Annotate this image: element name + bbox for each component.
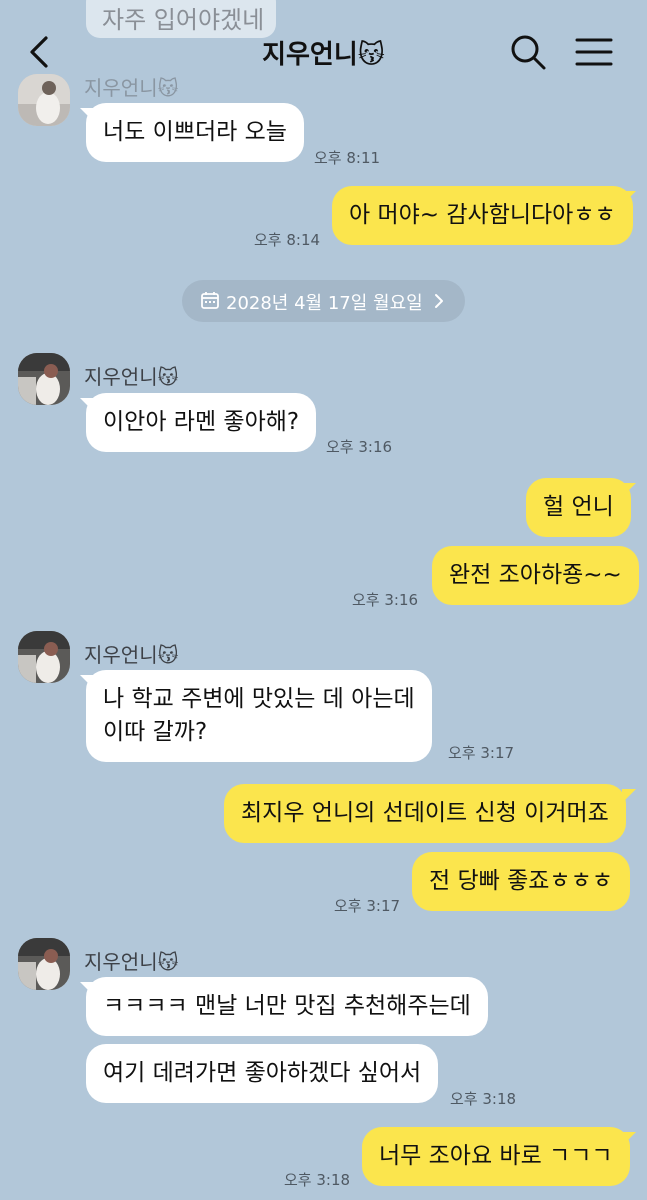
calendar-icon xyxy=(201,292,219,309)
bubble-tail xyxy=(80,982,94,996)
sender-name: 지우언니😽 xyxy=(84,365,179,389)
message-bubble[interactable]: 아 머야~ 감사함니다아ㅎㅎ xyxy=(332,186,633,245)
message-time: 오후 3:16 xyxy=(326,438,393,456)
message-text: 이안아 라멘 좋아해? xyxy=(103,409,300,435)
message-bubble[interactable]: 이안아 라멘 좋아해? xyxy=(86,393,317,452)
message-time: 오후 3:18 xyxy=(450,1090,517,1108)
contact-avatar[interactable] xyxy=(18,74,70,126)
bubble-tail xyxy=(622,191,636,205)
hamburger-menu-icon xyxy=(575,38,613,66)
message-bubble[interactable]: 헐 언니 xyxy=(526,478,631,537)
menu-button[interactable] xyxy=(574,36,614,68)
profile-photo xyxy=(18,353,70,405)
sender-name: 지우언니😽 xyxy=(84,76,179,100)
message-bubble[interactable]: 전 당빠 좋죠ㅎㅎㅎ xyxy=(412,852,630,911)
search-button[interactable] xyxy=(508,32,548,72)
message-text-line: 나 학교 주변에 맛있는 데 아는데 xyxy=(103,686,415,712)
profile-photo xyxy=(18,938,70,990)
message-time: 오후 8:11 xyxy=(314,149,381,167)
message-text: 완전 조아하죵~~ xyxy=(449,562,622,588)
sender-name: 지우언니😽 xyxy=(84,643,179,667)
previous-message-bubble: 자주 입어야겠네 xyxy=(86,0,276,38)
message-text: 헐 언니 xyxy=(543,494,614,520)
message-bubble[interactable]: 너도 이쁘더라 오늘 xyxy=(86,103,304,162)
message-text: 아 머야~ 감사함니다아ㅎㅎ xyxy=(349,202,616,228)
bubble-tail xyxy=(622,789,636,803)
message-time: 오후 3:17 xyxy=(334,897,401,915)
profile-photo xyxy=(18,631,70,683)
date-divider[interactable]: 2028년 4월 17일 월요일 xyxy=(182,280,465,322)
message-time: 오후 3:16 xyxy=(352,591,419,609)
sender-name: 지우언니😽 xyxy=(84,950,179,974)
search-icon xyxy=(511,35,546,70)
contact-avatar[interactable] xyxy=(18,631,70,683)
date-divider-text: 2028년 4월 17일 월요일 xyxy=(226,293,423,314)
message-bubble[interactable]: 너무 조아요 바로 ㄱㄱㄱ xyxy=(362,1127,630,1186)
message-text: 여기 데려가면 좋아하겠다 싶어서 xyxy=(103,1060,422,1086)
message-text: 너무 조아요 바로 ㄱㄱㄱ xyxy=(379,1143,613,1169)
message-text: 최지우 언니의 선데이트 신청 이거머죠 xyxy=(241,800,609,826)
bubble-tail xyxy=(80,108,94,122)
bubble-tail xyxy=(622,1132,636,1146)
message-bubble[interactable]: 완전 조아하죵~~ xyxy=(432,546,639,605)
profile-photo xyxy=(18,74,70,126)
message-bubble[interactable]: 최지우 언니의 선데이트 신청 이거머죠 xyxy=(224,784,626,843)
previous-message-text: 자주 입어야겠네 xyxy=(102,6,265,34)
contact-avatar[interactable] xyxy=(18,353,70,405)
message-bubble[interactable]: 여기 데려가면 좋아하겠다 싶어서 xyxy=(86,1044,439,1103)
chat-title: 지우언니😽 xyxy=(262,40,385,70)
message-bubble[interactable]: 나 학교 주변에 맛있는 데 아는데 이따 갈까? xyxy=(86,670,432,762)
bubble-tail xyxy=(80,398,94,412)
bubble-tail xyxy=(622,483,636,497)
message-text: ㅋㅋㅋㅋ 맨날 너만 맛집 추천해주는데 xyxy=(103,993,471,1019)
contact-avatar[interactable] xyxy=(18,938,70,990)
message-time: 오후 3:18 xyxy=(284,1171,351,1189)
message-text: 너도 이쁘더라 오늘 xyxy=(103,119,287,145)
message-text: 전 당빠 좋죠ㅎㅎㅎ xyxy=(429,868,613,894)
bubble-tail xyxy=(80,675,94,689)
chevron-right-icon xyxy=(435,294,443,308)
message-time: 오후 8:14 xyxy=(254,231,321,249)
message-time: 오후 3:17 xyxy=(448,744,515,762)
message-bubble[interactable]: ㅋㅋㅋㅋ 맨날 너만 맛집 추천해주는데 xyxy=(86,977,488,1036)
message-text-line: 이따 갈까? xyxy=(103,719,208,745)
